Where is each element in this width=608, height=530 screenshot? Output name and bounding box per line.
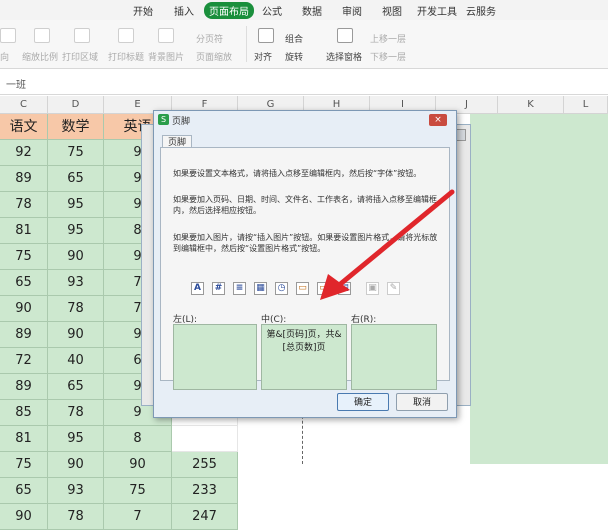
cell-chinese[interactable]: 90 — [0, 504, 48, 530]
cell-total[interactable]: 247 — [172, 504, 238, 530]
cell-math[interactable]: 93 — [48, 478, 104, 504]
arrow-shaft — [335, 189, 455, 289]
cell-chinese[interactable]: 65 — [0, 478, 48, 504]
cell-english[interactable]: 7 — [104, 504, 172, 530]
cell-math[interactable]: 78 — [48, 504, 104, 530]
annotation-arrow — [320, 189, 455, 300]
cell-total[interactable]: 233 — [172, 478, 238, 504]
cell-english[interactable]: 75 — [104, 478, 172, 504]
